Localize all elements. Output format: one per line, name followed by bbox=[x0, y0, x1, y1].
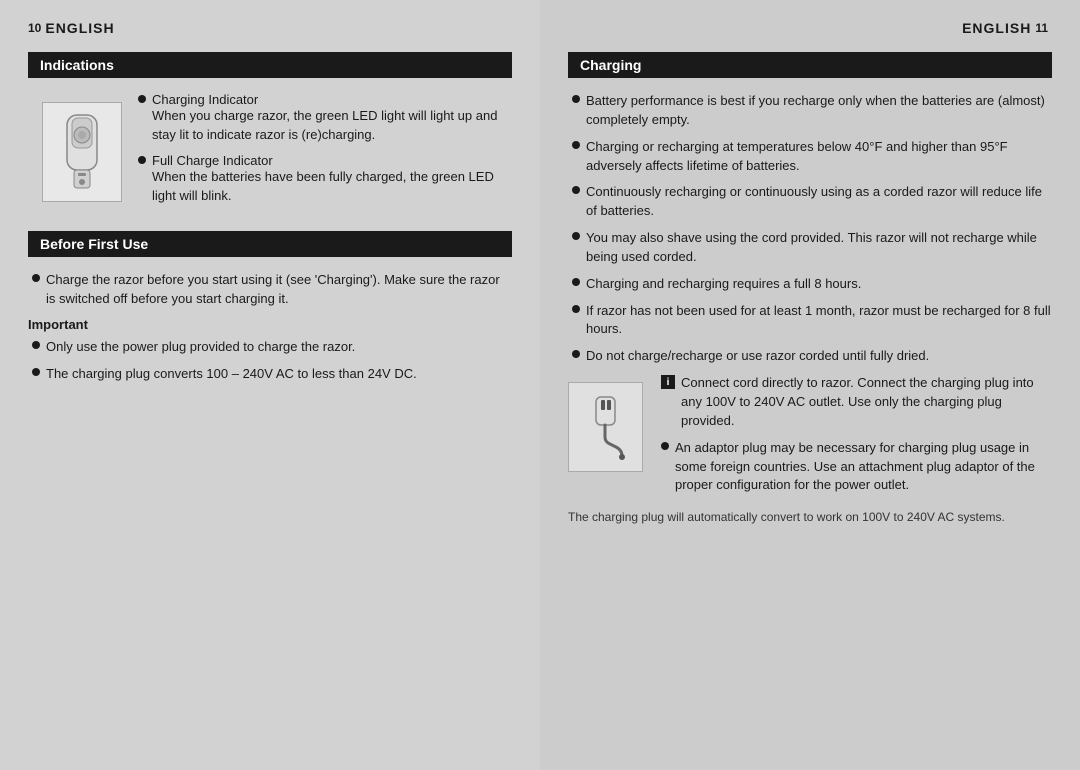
adaptor-text: An adaptor plug may be necessary for cha… bbox=[675, 439, 1052, 496]
charging-text-5: If razor has not been used for at least … bbox=[586, 302, 1052, 340]
page-spread: 10 ENGLISH Indications bbox=[0, 0, 1080, 770]
charging-text-1: Charging or recharging at temperatures b… bbox=[586, 138, 1052, 176]
charging-header: Charging bbox=[568, 52, 1052, 78]
right-page-number: 11 bbox=[1035, 21, 1048, 35]
charging-text-3: You may also shave using the cord provid… bbox=[586, 229, 1052, 267]
charging-item-4: Charging and recharging requires a full … bbox=[568, 275, 1052, 294]
power-plug-text: Only use the power plug provided to char… bbox=[46, 338, 355, 357]
charging-plug-converts-item: The charging plug converts 100 – 240V AC… bbox=[28, 365, 512, 384]
info-icon: i bbox=[661, 375, 675, 389]
connect-block: i Connect cord directly to razor. Connec… bbox=[568, 374, 1052, 503]
bullet-icon-2 bbox=[138, 156, 146, 164]
connect-text-block: i Connect cord directly to razor. Connec… bbox=[657, 374, 1052, 503]
right-column: ENGLISH 11 Charging Battery performance … bbox=[540, 0, 1080, 770]
bullet-r4 bbox=[572, 278, 580, 286]
connect-item: i Connect cord directly to razor. Connec… bbox=[657, 374, 1052, 431]
full-charge-text: Full Charge Indicator When the batteries… bbox=[152, 153, 512, 206]
bullet-icon-4 bbox=[32, 341, 40, 349]
full-charge-indicator-item: Full Charge Indicator When the batteries… bbox=[134, 153, 512, 206]
left-lang: ENGLISH bbox=[45, 20, 114, 36]
charging-indicator-body: When you charge razor, the green LED lig… bbox=[152, 107, 512, 145]
charging-item-2: Continuously recharging or continuously … bbox=[568, 183, 1052, 221]
before-first-use-section: Before First Use Charge the razor before… bbox=[28, 231, 512, 383]
bullet-icon-3 bbox=[32, 274, 40, 282]
charging-item-0: Battery performance is best if you recha… bbox=[568, 92, 1052, 130]
adaptor-item: An adaptor plug may be necessary for cha… bbox=[657, 439, 1052, 496]
left-page-number: 10 bbox=[28, 21, 41, 35]
charging-item-5: If razor has not been used for at least … bbox=[568, 302, 1052, 340]
power-plug-item: Only use the power plug provided to char… bbox=[28, 338, 512, 357]
bullet-r0 bbox=[572, 95, 580, 103]
bullet-r1 bbox=[572, 141, 580, 149]
charging-indicator-text: Charging Indicator When you charge razor… bbox=[152, 92, 512, 145]
bullet-r6 bbox=[572, 350, 580, 358]
left-column: 10 ENGLISH Indications bbox=[0, 0, 540, 770]
charging-indicator-title: Charging Indicator bbox=[152, 92, 512, 107]
right-lang: ENGLISH bbox=[962, 20, 1031, 36]
charging-section: Charging Battery performance is best if … bbox=[568, 52, 1052, 526]
important-label: Important bbox=[28, 317, 512, 332]
right-header: ENGLISH 11 bbox=[568, 20, 1052, 36]
left-header: 10 ENGLISH bbox=[28, 20, 512, 36]
charging-item-1: Charging or recharging at temperatures b… bbox=[568, 138, 1052, 176]
bullet-icon bbox=[138, 95, 146, 103]
charge-before-use-item: Charge the razor before you start using … bbox=[28, 271, 512, 309]
charging-text-4: Charging and recharging requires a full … bbox=[586, 275, 861, 294]
charging-indicator-bullet: Charging Indicator When you charge razor… bbox=[134, 92, 512, 145]
charging-text-2: Continuously recharging or continuously … bbox=[586, 183, 1052, 221]
charge-before-use-text: Charge the razor before you start using … bbox=[46, 271, 512, 309]
charging-plug-converts-text: The charging plug converts 100 – 240V AC… bbox=[46, 365, 417, 384]
bullet-r3 bbox=[572, 232, 580, 240]
charging-text-0: Battery performance is best if you recha… bbox=[586, 92, 1052, 130]
before-first-use-header: Before First Use bbox=[28, 231, 512, 257]
indications-content: Charging Indicator When you charge razor… bbox=[28, 92, 512, 213]
connect-text: Connect cord directly to razor. Connect … bbox=[681, 374, 1052, 431]
charging-text-6: Do not charge/recharge or use razor cord… bbox=[586, 347, 929, 366]
full-charge-body: When the batteries have been fully charg… bbox=[152, 168, 512, 206]
indications-section: Indications bbox=[28, 52, 512, 213]
sub-text: The charging plug will automatically con… bbox=[568, 509, 1052, 526]
bullet-r5 bbox=[572, 305, 580, 313]
bullet-r7 bbox=[661, 442, 669, 450]
indications-header: Indications bbox=[28, 52, 512, 78]
razor-image bbox=[42, 102, 122, 202]
full-charge-title: Full Charge Indicator bbox=[152, 153, 512, 168]
plug-image bbox=[568, 382, 643, 472]
charging-item-3: You may also shave using the cord provid… bbox=[568, 229, 1052, 267]
bullet-icon-5 bbox=[32, 368, 40, 376]
bullet-r2 bbox=[572, 186, 580, 194]
charging-item-6: Do not charge/recharge or use razor cord… bbox=[568, 347, 1052, 366]
